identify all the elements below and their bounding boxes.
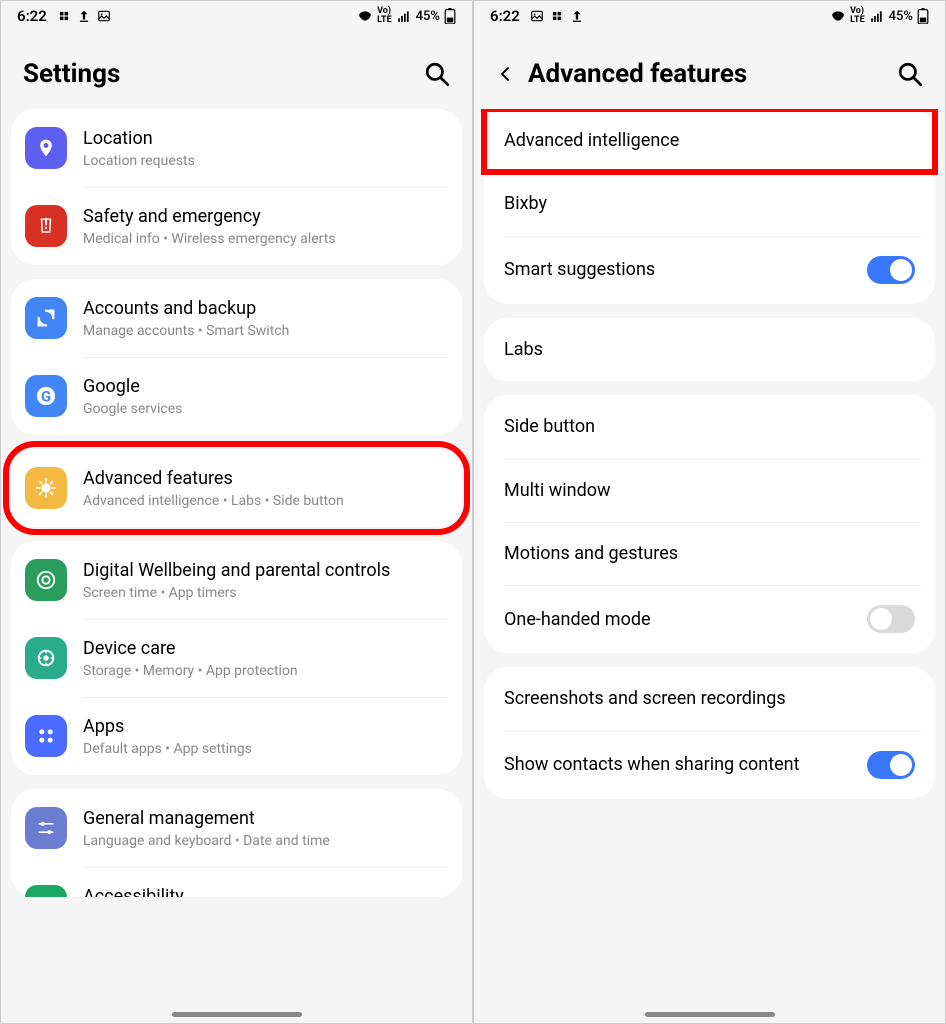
row-title: Side button: [504, 415, 915, 438]
settings-item-safety[interactable]: Safety and emergency Medical info • Wire…: [11, 187, 462, 265]
wifi-icon: [830, 9, 846, 23]
toggle-smart-suggestions[interactable]: [867, 256, 915, 284]
settings-item-accounts[interactable]: Accounts and backup Manage accounts • Sm…: [11, 279, 462, 357]
row-title: Digital Wellbeing and parental controls: [83, 559, 448, 582]
row-title: Labs: [504, 338, 915, 361]
slack-icon: [550, 9, 564, 23]
search-icon[interactable]: [897, 61, 923, 87]
volte-icon: Vo)LTE: [850, 7, 865, 25]
item-motions-gestures[interactable]: Motions and gestures: [484, 522, 935, 585]
row-title: Smart suggestions: [504, 258, 851, 281]
signal-icon: [869, 9, 885, 23]
image-icon: [97, 9, 111, 23]
item-labs[interactable]: Labs: [484, 318, 935, 381]
home-indicator[interactable]: [645, 1012, 775, 1017]
accounts-icon: [25, 297, 67, 339]
google-icon: G: [25, 375, 67, 417]
signal-icon: [396, 9, 412, 23]
item-bixby[interactable]: Bixby: [484, 172, 935, 235]
item-show-contacts[interactable]: Show contacts when sharing content: [484, 731, 935, 799]
item-multi-window[interactable]: Multi window: [484, 459, 935, 522]
home-indicator[interactable]: [172, 1012, 302, 1017]
row-sub: Storage • Memory • App protection: [83, 663, 448, 679]
status-bar: 6:22 Vo)LTE 45%: [474, 1, 945, 29]
item-screenshots[interactable]: Screenshots and screen recordings: [484, 667, 935, 730]
settings-item-apps[interactable]: Apps Default apps • App settings: [11, 697, 462, 775]
settings-item-location[interactable]: Location Location requests: [11, 109, 462, 187]
row-sub: Medical info • Wireless emergency alerts: [83, 231, 448, 247]
settings-item-google[interactable]: G Google Google services: [11, 357, 462, 435]
upload-icon: [570, 9, 584, 23]
row-title: Advanced features: [83, 467, 448, 490]
header: Advanced features: [474, 29, 945, 109]
row-title: Show contacts when sharing content: [504, 753, 851, 776]
row-title: Motions and gestures: [504, 542, 915, 565]
item-advanced-intelligence-highlighted[interactable]: Advanced intelligence: [484, 109, 935, 172]
clock: 6:22: [490, 7, 520, 25]
item-smart-suggestions[interactable]: Smart suggestions: [484, 236, 935, 304]
row-sub: Manage accounts • Smart Switch: [83, 323, 448, 339]
wifi-icon: [357, 9, 373, 23]
row-title: One-handed mode: [504, 608, 851, 631]
battery-percent: 45%: [889, 9, 913, 24]
general-icon: [25, 807, 67, 849]
settings-item-device-care[interactable]: Device care Storage • Memory • App prote…: [11, 619, 462, 697]
phone-left-settings: 6:22 Vo)LTE 45% Settings Location: [0, 0, 473, 1024]
item-one-handed[interactable]: One-handed mode: [484, 585, 935, 653]
devicecare-icon: [25, 637, 67, 679]
battery-percent: 45%: [416, 9, 440, 24]
settings-item-general[interactable]: General management Language and keyboard…: [11, 789, 462, 867]
svg-text:G: G: [41, 388, 51, 406]
accessibility-icon: [25, 885, 67, 897]
row-title: Advanced intelligence: [504, 129, 915, 152]
row-title: Location: [83, 127, 448, 150]
wellbeing-icon: [25, 559, 67, 601]
battery-icon: [917, 8, 929, 24]
status-bar: 6:22 Vo)LTE 45%: [1, 1, 472, 29]
advanced-icon: [25, 467, 67, 509]
row-title: Screenshots and screen recordings: [504, 687, 915, 710]
row-title: Safety and emergency: [83, 205, 448, 228]
item-side-button[interactable]: Side button: [484, 395, 935, 458]
emergency-icon: [25, 205, 67, 247]
slack-icon: [57, 9, 71, 23]
page-title: Settings: [23, 59, 120, 89]
row-title: Apps: [83, 715, 448, 738]
row-sub: Location requests: [83, 153, 448, 169]
row-title: Device care: [83, 637, 448, 660]
volte-icon: Vo)LTE: [377, 7, 392, 25]
phone-right-advanced-features: 6:22 Vo)LTE 45% Advanced features Advanc…: [473, 0, 946, 1024]
location-icon: [25, 127, 67, 169]
row-title: Accounts and backup: [83, 297, 448, 320]
settings-item-wellbeing[interactable]: Digital Wellbeing and parental controls …: [11, 541, 462, 619]
image-icon: [530, 9, 544, 23]
row-title: Multi window: [504, 479, 915, 502]
clock: 6:22: [17, 7, 47, 25]
row-title: Accessibility: [83, 885, 448, 897]
row-title: Google: [83, 375, 448, 398]
search-icon[interactable]: [424, 61, 450, 87]
toggle-show-contacts[interactable]: [867, 751, 915, 779]
row-sub: Screen time • App timers: [83, 585, 448, 601]
page-title: Advanced features: [528, 59, 747, 89]
settings-item-advanced-features-highlighted[interactable]: Advanced features Advanced intelligence …: [11, 449, 462, 527]
upload-icon: [77, 9, 91, 23]
toggle-one-handed[interactable]: [867, 605, 915, 633]
row-sub: Advanced intelligence • Labs • Side butt…: [83, 493, 448, 509]
settings-item-accessibility[interactable]: Accessibility: [11, 867, 462, 897]
header: Settings: [1, 29, 472, 109]
row-sub: Google services: [83, 401, 448, 417]
apps-icon: [25, 715, 67, 757]
row-title: General management: [83, 807, 448, 830]
back-icon[interactable]: [496, 65, 514, 83]
row-sub: Default apps • App settings: [83, 741, 448, 757]
battery-icon: [444, 8, 456, 24]
row-sub: Language and keyboard • Date and time: [83, 833, 448, 849]
row-title: Bixby: [504, 192, 915, 215]
